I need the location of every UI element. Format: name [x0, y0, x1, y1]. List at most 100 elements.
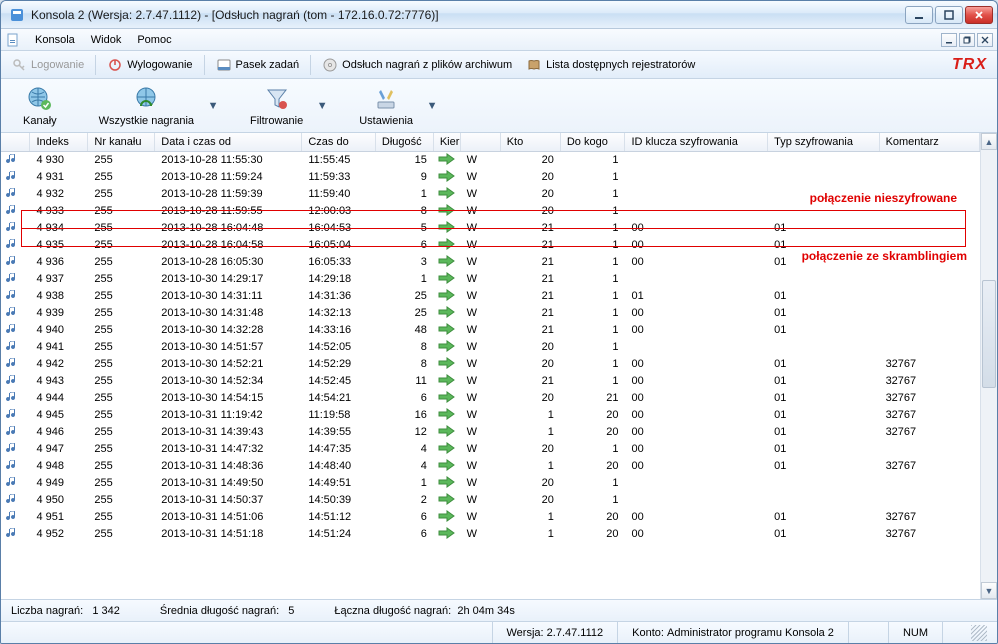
audio-icon	[5, 203, 21, 217]
column-header[interactable]: Do kogo	[560, 133, 625, 152]
cell-who: 20	[500, 152, 560, 169]
direction-arrow-icon	[438, 390, 456, 404]
cell-enc-type	[768, 203, 879, 220]
vertical-scrollbar[interactable]: ▲ ▼	[980, 133, 997, 599]
cell-time-to: 14:47:35	[302, 441, 376, 458]
all-recordings-dropdown[interactable]: ▼	[206, 100, 220, 112]
cell-time-to: 14:52:05	[302, 339, 376, 356]
archive-playback-button[interactable]: Odsłuch nagrań z plików archiwum	[316, 55, 518, 75]
cell-time-to: 11:59:40	[302, 186, 376, 203]
mdi-restore-button[interactable]	[959, 33, 975, 47]
direction-arrow-icon	[438, 339, 456, 353]
audio-icon	[5, 288, 21, 302]
cell-enc-type: 01	[768, 424, 879, 441]
column-header[interactable]: Typ szyfrowania	[768, 133, 879, 152]
table-row[interactable]: 4 9452552013-10-31 11:19:4211:19:5816W12…	[1, 407, 980, 424]
cell-direction: W	[460, 186, 500, 203]
menu-konsola[interactable]: Konsola	[27, 32, 83, 48]
table-row[interactable]: 4 9472552013-10-31 14:47:3214:47:354W201…	[1, 441, 980, 458]
scroll-track[interactable]	[981, 150, 997, 582]
cell-enc-key: 00	[625, 407, 768, 424]
recorders-list-button[interactable]: Lista dostępnych rejestratorów	[520, 55, 701, 75]
all-recordings-button[interactable]: Wszystkie nagrania	[87, 83, 206, 129]
table-row[interactable]: 4 9492552013-10-31 14:49:5014:49:511W201	[1, 475, 980, 492]
cell-direction: W	[460, 339, 500, 356]
menu-widok[interactable]: Widok	[83, 32, 130, 48]
table-row[interactable]: 4 9332552013-10-28 11:59:5512:00:038W201	[1, 203, 980, 220]
cell-enc-key: 00	[625, 458, 768, 475]
table-row[interactable]: 4 9342552013-10-28 16:04:4816:04:535W211…	[1, 220, 980, 237]
logout-button[interactable]: Wylogowanie	[101, 55, 198, 75]
table-row[interactable]: 4 9502552013-10-31 14:50:3714:50:392W201	[1, 492, 980, 509]
table-row[interactable]: 4 9402552013-10-30 14:32:2814:33:1648W21…	[1, 322, 980, 339]
cell-to-who: 20	[560, 458, 625, 475]
audio-icon	[5, 458, 21, 472]
mdi-minimize-button[interactable]	[941, 33, 957, 47]
column-header[interactable]: Nr kanału	[88, 133, 155, 152]
table-row[interactable]: 4 9362552013-10-28 16:05:3016:05:333W211…	[1, 254, 980, 271]
cell-channel: 255	[88, 509, 155, 526]
settings-dropdown[interactable]: ▼	[425, 100, 439, 112]
table-row[interactable]: 4 9442552013-10-30 14:54:1514:54:216W202…	[1, 390, 980, 407]
table-row[interactable]: 4 9322552013-10-28 11:59:3911:59:401W201	[1, 186, 980, 203]
table-row[interactable]: 4 9512552013-10-31 14:51:0614:51:126W120…	[1, 509, 980, 526]
filter-button[interactable]: Filtrowanie	[238, 83, 315, 129]
cell-to-who: 20	[560, 424, 625, 441]
scroll-up-button[interactable]: ▲	[981, 133, 997, 150]
settings-button[interactable]: Ustawienia	[347, 83, 425, 129]
column-header[interactable]	[1, 133, 30, 152]
cell-to-who: 1	[560, 441, 625, 458]
cell-length: 25	[375, 305, 433, 322]
filter-dropdown[interactable]: ▼	[315, 100, 329, 112]
cell-comment	[879, 203, 979, 220]
cell-enc-key	[625, 492, 768, 509]
cell-index: 4 944	[30, 390, 88, 407]
minimize-button[interactable]	[905, 6, 933, 24]
taskbar-button[interactable]: Pasek zadań	[210, 55, 306, 75]
menu-pomoc[interactable]: Pomoc	[129, 32, 179, 48]
cell-time-to: 14:49:51	[302, 475, 376, 492]
cell-datetime-from: 2013-10-31 14:48:36	[155, 458, 302, 475]
table-row[interactable]: 4 9352552013-10-28 16:04:5816:05:046W211…	[1, 237, 980, 254]
cell-length: 25	[375, 288, 433, 305]
table-row[interactable]: 4 9392552013-10-30 14:31:4814:32:1325W21…	[1, 305, 980, 322]
cell-length: 5	[375, 220, 433, 237]
scroll-down-button[interactable]: ▼	[981, 582, 997, 599]
column-header[interactable]: Komentarz	[879, 133, 979, 152]
table-row[interactable]: 4 9302552013-10-28 11:55:3011:55:4515W20…	[1, 152, 980, 169]
column-header[interactable]: Kto	[500, 133, 560, 152]
cell-to-who: 1	[560, 322, 625, 339]
disc-icon	[322, 57, 338, 73]
cell-to-who: 1	[560, 339, 625, 356]
column-header[interactable]: ID klucza szyfrowania	[625, 133, 768, 152]
cell-enc-key	[625, 339, 768, 356]
column-header[interactable]: Długość	[375, 133, 433, 152]
channels-button[interactable]: Kanały	[11, 83, 69, 129]
table-row[interactable]: 4 9462552013-10-31 14:39:4314:39:5512W12…	[1, 424, 980, 441]
column-header[interactable]: Data i czas od	[155, 133, 302, 152]
table-row[interactable]: 4 9522552013-10-31 14:51:1814:51:246W120…	[1, 526, 980, 543]
table-row[interactable]: 4 9372552013-10-30 14:29:1714:29:181W211	[1, 271, 980, 288]
cell-datetime-from: 2013-10-28 11:59:39	[155, 186, 302, 203]
column-header[interactable]: Indeks	[30, 133, 88, 152]
close-button[interactable]	[965, 6, 993, 24]
column-header[interactable]: Kierunek	[433, 133, 460, 152]
table-row[interactable]: 4 9412552013-10-30 14:51:5714:52:058W201	[1, 339, 980, 356]
mdi-close-button[interactable]	[977, 33, 993, 47]
cell-comment	[879, 271, 979, 288]
cell-length: 6	[375, 390, 433, 407]
table-row[interactable]: 4 9312552013-10-28 11:59:2411:59:339W201	[1, 169, 980, 186]
resize-grip[interactable]	[971, 625, 987, 641]
cell-direction: W	[460, 271, 500, 288]
cell-enc-type: 01	[768, 390, 879, 407]
column-header[interactable]	[460, 133, 500, 152]
table-row[interactable]: 4 9382552013-10-30 14:31:1114:31:3625W21…	[1, 288, 980, 305]
table-row[interactable]: 4 9422552013-10-30 14:52:2114:52:298W201…	[1, 356, 980, 373]
recorders-label: Lista dostępnych rejestratorów	[546, 59, 695, 71]
maximize-button[interactable]	[935, 6, 963, 24]
table-row[interactable]: 4 9482552013-10-31 14:48:3614:48:404W120…	[1, 458, 980, 475]
table-row[interactable]: 4 9432552013-10-30 14:52:3414:52:4511W21…	[1, 373, 980, 390]
column-header[interactable]: Czas do	[302, 133, 376, 152]
recordings-grid[interactable]: IndeksNr kanałuData i czas odCzas doDług…	[1, 133, 980, 543]
scroll-thumb[interactable]	[982, 280, 996, 388]
